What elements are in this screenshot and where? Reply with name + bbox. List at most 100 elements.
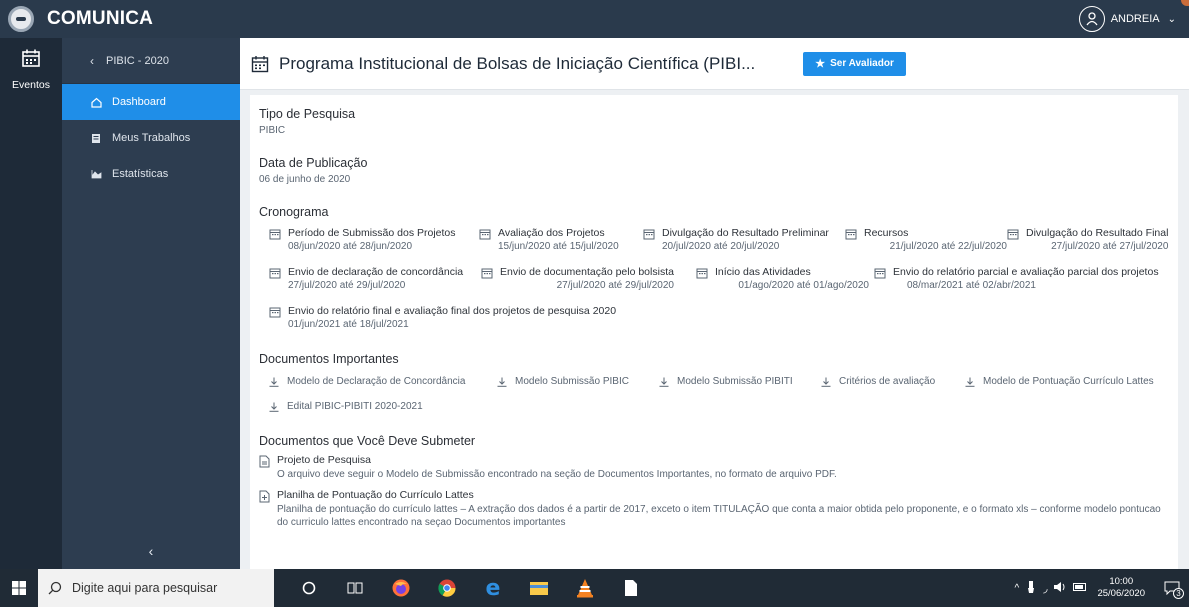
document-link[interactable]: Modelo de Pontuação Currículo Lattes [965, 376, 1154, 387]
cronograma-item: Envio de declaração de concordância 27/ju… [269, 266, 481, 291]
chevron-left-icon: ‹ [148, 543, 154, 559]
clock-time: 10:00 [1109, 576, 1134, 587]
calendar-icon [696, 267, 708, 279]
sidebar: ‹ PIBIC - 2020 Dashboard Meus Trabalhos … [62, 38, 240, 569]
star-icon: ★ [815, 58, 826, 70]
sidebar-item-label: Estatísticas [112, 168, 169, 180]
calendar-icon [479, 228, 491, 240]
required-document-description: O arquivo deve seguir o Modelo de Submis… [277, 469, 837, 480]
file-explorer-icon[interactable] [516, 569, 562, 607]
cronograma-item-dates: 08/jun/2020 até 28/jun/2020 [288, 241, 412, 252]
icon-rail: Eventos [0, 38, 62, 569]
ser-avaliador-button[interactable]: ★ Ser Avaliador [803, 51, 906, 76]
vlc-icon[interactable] [562, 569, 608, 607]
network-icon[interactable]: ◞ [1043, 582, 1047, 595]
document-link[interactable]: Modelo Submissão PIBITI [659, 376, 821, 387]
corner-decoration [1181, 0, 1189, 6]
cronograma-item-dates: 01/ago/2020 até 01/ago/2020 [738, 280, 869, 291]
usb-icon[interactable] [1027, 580, 1035, 597]
document-link[interactable]: Edital PIBIC-PIBITI 2020-2021 [269, 401, 423, 412]
cronograma-item-dates: 20/jul/2020 até 20/jul/2020 [662, 241, 780, 252]
clock-date: 25/06/2020 [1097, 588, 1145, 599]
calendar-icon [1007, 228, 1019, 240]
rail-item-label: Eventos [12, 79, 50, 91]
calendar-icon [251, 55, 269, 73]
cronograma-item-name: Início das Atividades [715, 266, 811, 278]
windows-start-button[interactable] [0, 569, 38, 607]
document-link-label: Critérios de avaliação [839, 376, 936, 387]
user-icon [1078, 6, 1105, 32]
sidebar-item-dashboard[interactable]: Dashboard [62, 84, 240, 120]
sidebar-item-meus-trabalhos[interactable]: Meus Trabalhos [62, 120, 240, 156]
home-icon [90, 97, 102, 108]
document-link-label: Modelo de Declaração de Concordância [287, 376, 466, 387]
cronograma-item-name: Envio de documentação pelo bolsista [500, 266, 674, 278]
cronograma-item-name: Envio de declaração de concordância [288, 266, 464, 278]
show-hidden-icons-icon[interactable]: ^ [1014, 583, 1019, 594]
rail-item-eventos[interactable]: Eventos [0, 38, 62, 96]
calendar-icon [874, 267, 886, 279]
chart-icon [90, 169, 102, 179]
edge-icon[interactable]: e [470, 569, 516, 607]
document-app-icon[interactable] [608, 569, 654, 607]
cortana-icon[interactable] [286, 569, 332, 607]
cronograma-row: Envio do relatório final e avaliação fin… [259, 305, 1169, 330]
calendar-icon [643, 228, 655, 240]
cronograma-item-name: Período de Submissão dos Projetos [288, 227, 456, 239]
notifications-icon[interactable]: 3 [1155, 569, 1189, 607]
required-document: Planilha de Pontuação do Currículo Latte… [259, 489, 1169, 529]
file-icon [259, 455, 270, 468]
sidebar-item-estatisticas[interactable]: Estatísticas [62, 156, 240, 192]
clock[interactable]: 10:00 25/06/2020 [1097, 576, 1145, 600]
download-icon [497, 377, 507, 387]
documents-row: Edital PIBIC-PIBITI 2020-2021 [259, 401, 1169, 412]
section-heading: Cronograma [259, 205, 329, 219]
event-details-panel: Tipo de Pesquisa PIBIC Data de Publicaçã… [250, 95, 1178, 569]
cronograma-row: Período de Submissão dos Projetos 08/jun/… [259, 227, 1169, 252]
sidebar-item-label: Meus Trabalhos [112, 132, 191, 144]
cronograma-item-name: Avaliação dos Projetos [498, 227, 605, 239]
section-heading: Documentos que Você Deve Submeter [259, 434, 476, 448]
cronograma-item: Avaliação dos Projetos 15/jun/2020 até 15… [479, 227, 643, 252]
section-heading: Data de Publicação [259, 156, 368, 170]
cronograma-item-dates: 27/jul/2020 até 27/jul/2020 [1051, 241, 1169, 252]
document-link[interactable]: Modelo Submissão PIBIC [497, 376, 659, 387]
sidebar-collapse-button[interactable]: ‹ [62, 533, 240, 569]
document-link-label: Modelo Submissão PIBITI [677, 376, 793, 387]
documents-row: Modelo de Declaração de Concordância Mod… [259, 376, 1169, 387]
sidebar-back-label: PIBIC - 2020 [106, 54, 169, 67]
document-link[interactable]: Modelo de Declaração de Concordância [269, 376, 497, 387]
documentos-importantes-section: Documentos Importantes Modelo de Declara… [259, 352, 1169, 412]
documentos-submeter-section: Documentos que Você Deve Submeter Projet… [259, 434, 1169, 529]
button-label: Ser Avaliador [830, 58, 894, 69]
calendar-icon [269, 228, 281, 240]
app-logo[interactable]: COMUNICA [0, 6, 153, 32]
cronograma-item-name: Envio do relatório final e avaliação fin… [288, 305, 617, 317]
taskbar-search-input[interactable]: Digite aqui para pesquisar [38, 569, 274, 607]
taskbar: Digite aqui para pesquisar e ^ ◞ 10:00 2… [0, 569, 1189, 607]
download-icon [269, 402, 279, 412]
calendar-icon [269, 306, 281, 318]
document-link-label: Modelo Submissão PIBIC [515, 376, 629, 387]
notification-count-badge: 3 [1173, 588, 1184, 599]
required-document: Projeto de Pesquisa O arquivo deve segui… [259, 454, 1169, 481]
task-view-icon[interactable] [332, 569, 378, 607]
cronograma-item-dates: 27/jul/2020 até 29/jul/2020 [288, 280, 406, 291]
tipo-pesquisa-section: Tipo de Pesquisa PIBIC [259, 107, 1169, 136]
download-icon [821, 377, 831, 387]
section-heading: Tipo de Pesquisa [259, 107, 356, 121]
sidebar-back-link[interactable]: ‹ PIBIC - 2020 [62, 38, 240, 84]
calendar-icon [269, 267, 281, 279]
cronograma-item: Envio do relatório parcial e avaliação p… [874, 266, 1159, 291]
battery-icon[interactable] [1073, 582, 1087, 594]
download-icon [659, 377, 669, 387]
section-heading: Documentos Importantes [259, 352, 399, 366]
chrome-icon[interactable] [424, 569, 470, 607]
volume-icon[interactable] [1053, 581, 1067, 596]
document-link[interactable]: Critérios de avaliação [821, 376, 965, 387]
document-link-label: Modelo de Pontuação Currículo Lattes [983, 376, 1154, 387]
sidebar-item-label: Dashboard [112, 96, 166, 108]
download-icon [965, 377, 975, 387]
user-menu[interactable]: ANDREIA ⌄ [1078, 6, 1176, 32]
firefox-icon[interactable] [378, 569, 424, 607]
